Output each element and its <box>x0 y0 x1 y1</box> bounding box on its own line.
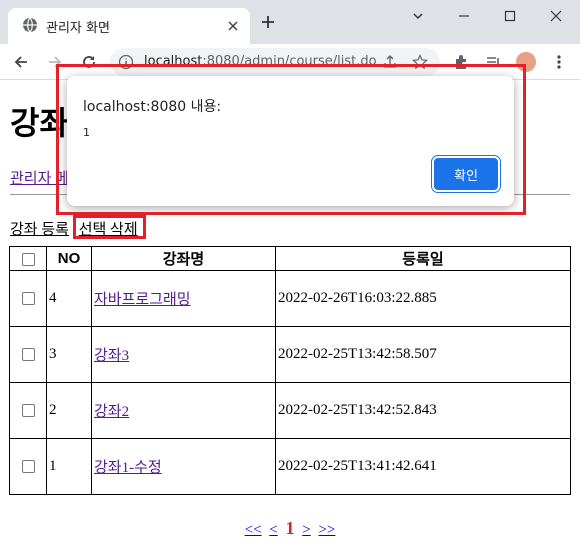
page-last-link[interactable]: >> <box>318 522 335 538</box>
new-tab-icon[interactable] <box>260 14 276 34</box>
course-name-link[interactable]: 강좌1-수정 <box>94 460 162 476</box>
row-date: 2022-02-25T13:42:58.507 <box>275 326 571 383</box>
back-arrow-icon[interactable] <box>12 53 30 75</box>
table-row: 3 강좌3 2022-02-25T13:42:58.507 <box>9 326 571 383</box>
row-checkbox[interactable] <box>21 348 35 362</box>
tab-title: 관리자 화면 <box>46 21 110 36</box>
table-header-row: NO 강좌명 등록일 <box>9 246 571 271</box>
alert-highlight-box <box>56 64 526 215</box>
course-table: NO 강좌명 등록일 4 자바프로그래밍 2022-02-26T16:03:22… <box>9 246 571 495</box>
page-prev-link[interactable]: < <box>269 522 277 538</box>
table-row: 1 강좌1-수정 2022-02-25T13:41:42.641 <box>9 438 571 495</box>
menu-kebab-icon[interactable] <box>550 53 568 75</box>
page-next-link[interactable]: > <box>302 522 310 538</box>
browser-titlebar: 관리자 화면 <box>0 0 580 44</box>
delete-highlight-box <box>73 215 146 239</box>
select-all-checkbox[interactable] <box>21 252 35 266</box>
add-course-link[interactable]: 강좌 등록 <box>10 222 69 238</box>
table-row: 4 자바프로그래밍 2022-02-26T16:03:22.885 <box>9 270 571 327</box>
header-select-all <box>9 246 47 271</box>
row-no: 2 <box>46 382 92 439</box>
header-date: 등록일 <box>275 246 571 271</box>
tab-search-icon[interactable] <box>410 8 426 28</box>
row-checkbox[interactable] <box>21 460 35 474</box>
header-no: NO <box>46 246 92 271</box>
row-date: 2022-02-25T13:42:52.843 <box>275 382 571 439</box>
table-row: 2 강좌2 2022-02-25T13:42:52.843 <box>9 382 571 439</box>
course-name-link[interactable]: 자바프로그래밍 <box>94 292 191 308</box>
row-no: 4 <box>46 270 92 327</box>
close-tab-icon[interactable] <box>226 18 240 37</box>
course-name-link[interactable]: 강좌2 <box>94 404 129 420</box>
row-no: 1 <box>46 438 92 495</box>
pagination: << < 1 > >> <box>0 518 580 539</box>
row-checkbox[interactable] <box>21 404 35 418</box>
globe-icon <box>22 17 38 37</box>
row-checkbox[interactable] <box>21 292 35 306</box>
maximize-icon[interactable] <box>502 8 518 28</box>
page-current: 1 <box>285 518 295 538</box>
browser-tab[interactable]: 관리자 화면 <box>8 8 250 44</box>
row-no: 3 <box>46 326 92 383</box>
row-date: 2022-02-25T13:41:42.641 <box>275 438 571 495</box>
course-name-link[interactable]: 강좌3 <box>94 348 129 364</box>
row-date: 2022-02-26T16:03:22.885 <box>275 270 571 327</box>
minimize-icon[interactable] <box>456 8 472 28</box>
window-close-icon[interactable] <box>548 8 564 28</box>
header-name: 강좌명 <box>91 246 276 271</box>
page-first-link[interactable]: << <box>245 522 262 538</box>
